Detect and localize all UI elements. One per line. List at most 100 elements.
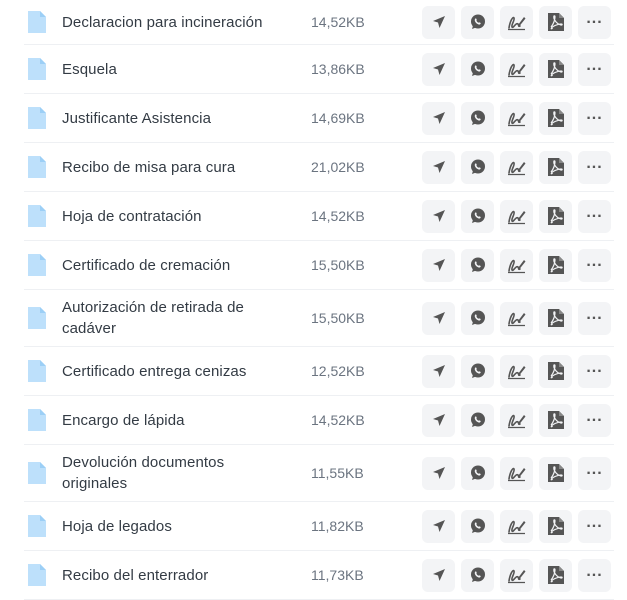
whatsapp-icon [469,13,487,31]
whatsapp-button[interactable] [461,509,494,543]
send-button[interactable] [422,101,455,135]
whatsapp-button[interactable] [461,248,494,282]
signature-icon [507,256,527,274]
pdf-button[interactable] [539,354,572,388]
whatsapp-button[interactable] [461,150,494,184]
sign-button[interactable] [500,558,533,592]
whatsapp-button[interactable] [461,403,494,437]
pdf-button[interactable] [539,456,572,490]
whatsapp-button[interactable] [461,5,494,39]
pdf-button[interactable] [539,301,572,335]
file-icon [28,307,46,329]
document-name[interactable]: Justificante Asistencia [62,108,287,129]
send-icon [432,62,446,76]
more-button[interactable]: ... [578,558,611,592]
document-name[interactable]: Recibo de misa para cura [62,157,287,178]
send-button[interactable] [422,248,455,282]
send-button[interactable] [422,403,455,437]
whatsapp-button[interactable] [461,354,494,388]
document-name[interactable]: Recibo del enterrador [62,565,287,586]
whatsapp-button[interactable] [461,101,494,135]
document-name[interactable]: Autorización de retirada de cadáver [62,297,287,339]
document-name[interactable]: Hoja de legados [62,516,287,537]
file-icon [28,564,46,586]
sign-button[interactable] [500,509,533,543]
row-actions: ... [422,199,611,233]
more-button[interactable]: ... [578,354,611,388]
pdf-button[interactable] [539,52,572,86]
pdf-button[interactable] [539,403,572,437]
sign-button[interactable] [500,248,533,282]
more-button[interactable]: ... [578,199,611,233]
pdf-button[interactable] [539,101,572,135]
whatsapp-button[interactable] [461,52,494,86]
send-icon [432,15,446,29]
whatsapp-button[interactable] [461,301,494,335]
document-list: Declaracion para incineración 14,52KB ..… [0,0,627,600]
document-size: 15,50KB [311,257,365,273]
document-name[interactable]: Encargo de lápida [62,410,287,431]
whatsapp-icon [469,60,487,78]
document-size: 12,52KB [311,363,365,379]
sign-button[interactable] [500,354,533,388]
document-name[interactable]: Esquela [62,59,287,80]
more-icon: ... [586,57,603,74]
whatsapp-button[interactable] [461,456,494,490]
pdf-button[interactable] [539,509,572,543]
document-name[interactable]: Certificado entrega cenizas [62,361,287,382]
list-item: Hoja de legados 11,82KB ... [24,502,614,551]
sign-button[interactable] [500,101,533,135]
more-button[interactable]: ... [578,5,611,39]
sign-button[interactable] [500,199,533,233]
pdf-icon [547,463,565,483]
more-icon: ... [586,204,603,221]
more-icon: ... [586,155,603,172]
send-button[interactable] [422,150,455,184]
document-size: 14,52KB [311,14,365,30]
more-button[interactable]: ... [578,52,611,86]
more-button[interactable]: ... [578,456,611,490]
document-name[interactable]: Certificado de cremación [62,255,287,276]
send-button[interactable] [422,509,455,543]
sign-button[interactable] [500,150,533,184]
send-button[interactable] [422,301,455,335]
whatsapp-button[interactable] [461,199,494,233]
pdf-icon [547,361,565,381]
document-name[interactable]: Devolución documentos originales [62,452,287,494]
signature-icon [507,411,527,429]
signature-icon [507,60,527,78]
send-button[interactable] [422,558,455,592]
pdf-button[interactable] [539,248,572,282]
send-button[interactable] [422,52,455,86]
sign-button[interactable] [500,403,533,437]
more-button[interactable]: ... [578,301,611,335]
pdf-button[interactable] [539,5,572,39]
file-icon [28,409,46,431]
send-button[interactable] [422,199,455,233]
sign-button[interactable] [500,5,533,39]
more-icon: ... [586,359,603,376]
pdf-button[interactable] [539,150,572,184]
sign-button[interactable] [500,52,533,86]
more-button[interactable]: ... [578,101,611,135]
send-button[interactable] [422,456,455,490]
more-button[interactable]: ... [578,248,611,282]
pdf-button[interactable] [539,558,572,592]
file-icon [28,58,46,80]
sign-button[interactable] [500,301,533,335]
more-button[interactable]: ... [578,403,611,437]
pdf-icon [547,255,565,275]
more-button[interactable]: ... [578,509,611,543]
more-button[interactable]: ... [578,150,611,184]
whatsapp-icon [469,207,487,225]
send-button[interactable] [422,354,455,388]
whatsapp-button[interactable] [461,558,494,592]
whatsapp-icon [469,109,487,127]
row-actions: ... [422,301,611,335]
sign-button[interactable] [500,456,533,490]
pdf-icon [547,516,565,536]
document-name[interactable]: Hoja de contratación [62,206,287,227]
document-name[interactable]: Declaracion para incineración [62,12,287,33]
pdf-button[interactable] [539,199,572,233]
send-button[interactable] [422,5,455,39]
